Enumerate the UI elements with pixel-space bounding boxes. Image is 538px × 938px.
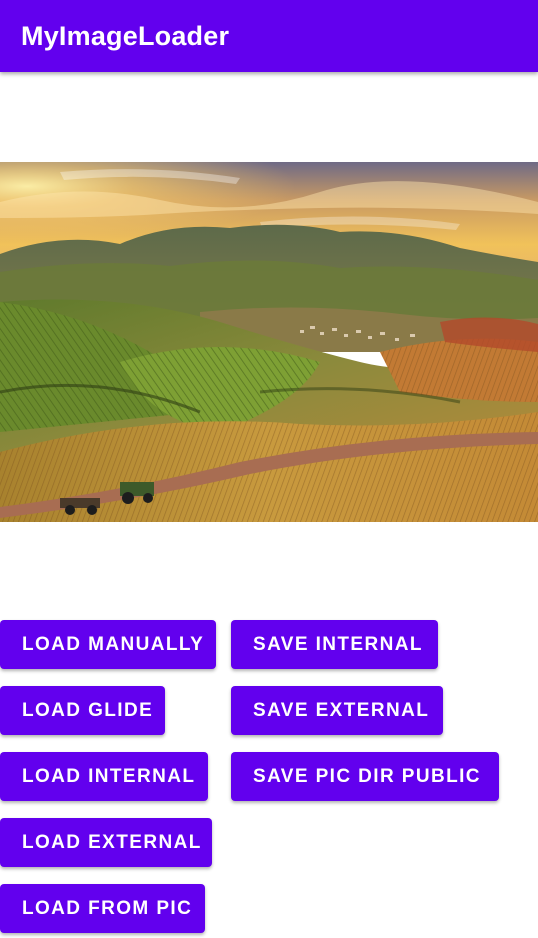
image-view (0, 162, 538, 522)
save-internal-button[interactable]: SAVE INTERNAL (231, 620, 438, 669)
load-from-pic-button[interactable]: LOAD FROM PIC (0, 884, 205, 933)
app-screen: MyImageLoader LOAD MANUALLY LOAD GLIDE L… (0, 0, 538, 938)
save-external-button[interactable]: SAVE EXTERNAL (231, 686, 443, 735)
app-bar: MyImageLoader (0, 0, 538, 72)
app-title: MyImageLoader (21, 21, 230, 51)
load-external-button[interactable]: LOAD EXTERNAL (0, 818, 212, 867)
load-internal-button[interactable]: LOAD INTERNAL (0, 752, 208, 801)
landscape-image (0, 162, 538, 522)
load-manually-button[interactable]: LOAD MANUALLY (0, 620, 216, 669)
save-pic-dir-public-button[interactable]: SAVE PIC DIR PUBLIC (231, 752, 499, 801)
load-glide-button[interactable]: LOAD GLIDE (0, 686, 165, 735)
